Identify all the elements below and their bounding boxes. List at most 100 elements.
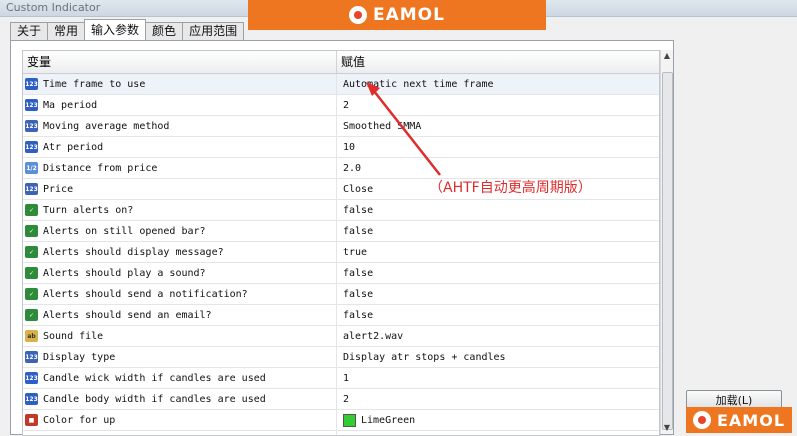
window-title: Custom Indicator: [6, 1, 100, 14]
annotation-text: （AHTF自动更高周期版）: [429, 177, 592, 197]
parameter-row[interactable]: 123 Candle body width if candles are used…: [23, 389, 659, 410]
parameter-row[interactable]: 123Time frame to useAutomatic next time …: [23, 74, 659, 95]
bool-type-icon: ✓: [25, 288, 38, 300]
bool-type-icon: ✓: [25, 204, 38, 216]
parameter-value: false: [343, 226, 373, 237]
parameter-value-cell[interactable]: alert2.wav: [337, 326, 659, 346]
parameter-name: Atr period: [43, 142, 103, 153]
parameter-name: Alerts should play a sound?: [43, 268, 206, 279]
parameter-name-cell: 123Time frame to use: [23, 74, 337, 94]
parameter-name: Alerts should display message?: [43, 247, 224, 258]
parameter-row[interactable]: 123Moving average methodSmoothed SMMA: [23, 116, 659, 137]
bool-type-icon: ✓: [25, 267, 38, 279]
brand-name: EAMOL: [373, 5, 445, 25]
tab-about[interactable]: 关于: [10, 22, 48, 40]
parameter-value: 1: [343, 373, 349, 384]
parameter-name: Alerts should send an email?: [43, 310, 212, 321]
parameter-row[interactable]: 123Display type Display atr stops + candl…: [23, 347, 659, 368]
parameter-name: Moving average method: [43, 121, 169, 132]
parameter-name: Alerts should send a notification?: [43, 289, 248, 300]
tab-visualization[interactable]: 应用范围: [182, 22, 244, 40]
enum-type-icon: 123: [25, 120, 38, 132]
parameter-grid: 变量 赋值 123Time frame to useAutomatic next…: [22, 50, 660, 436]
tab-inputs[interactable]: 输入参数: [84, 19, 146, 40]
parameter-value-cell[interactable]: false: [337, 221, 659, 241]
parameter-value-cell[interactable]: LimeGreen: [337, 410, 659, 430]
parameter-value: alert2.wav: [343, 331, 403, 342]
parameter-row[interactable]: ■Color for downOrangeRed: [23, 431, 659, 436]
parameter-value: LimeGreen: [361, 415, 415, 426]
parameter-name: Candle body width if candles are used: [43, 394, 266, 405]
dbl-type-icon: 1/2: [25, 162, 38, 174]
parameter-name-cell: ✓ Alerts should play a sound?: [23, 263, 337, 283]
parameter-value-cell[interactable]: 2: [337, 389, 659, 409]
parameter-value-cell[interactable]: 1: [337, 368, 659, 388]
parameter-row[interactable]: ✓ Turn alerts on? false: [23, 200, 659, 221]
tab-bar: 关于 常用 输入参数 颜色 应用范围: [10, 20, 243, 40]
bool-type-icon: ✓: [25, 225, 38, 237]
parameter-name: Distance from price: [43, 163, 157, 174]
parameter-name: Candle wick width if candles are used: [43, 373, 266, 384]
parameter-value: 2: [343, 100, 349, 111]
bool-type-icon: ✓: [25, 309, 38, 321]
brand-logo-icon: [693, 411, 711, 429]
vertical-scrollbar[interactable]: ▲ ▼: [660, 50, 673, 434]
parameter-name: Color for up: [43, 415, 115, 426]
bool-type-icon: ✓: [25, 246, 38, 258]
brand-logo-icon: [349, 6, 367, 24]
brand-name: EAMOL: [717, 411, 785, 430]
enum-type-icon: 123: [25, 183, 38, 195]
header-variable[interactable]: 变量: [23, 51, 337, 73]
parameter-name: Time frame to use: [43, 79, 145, 90]
int-type-icon: 123: [25, 393, 38, 405]
parameter-value: false: [343, 268, 373, 279]
parameter-name-cell: ✓ Turn alerts on?: [23, 200, 337, 220]
parameter-value-cell[interactable]: false: [337, 305, 659, 325]
annotation-arrow-icon: [360, 80, 450, 180]
tab-colors[interactable]: 颜色: [145, 22, 183, 40]
parameter-rows: 123Time frame to useAutomatic next time …: [23, 74, 659, 436]
parameter-name: Ma period: [43, 100, 97, 111]
parameter-row[interactable]: 123Ma period 2: [23, 95, 659, 116]
parameter-row[interactable]: ✓ Alerts should play a sound? false: [23, 263, 659, 284]
int-type-icon: 123: [25, 372, 38, 384]
parameter-row[interactable]: ✓ Alerts on still opened bar? false: [23, 221, 659, 242]
parameter-row[interactable]: ✓ Alerts should display message? true: [23, 242, 659, 263]
parameter-name-cell: ✓ Alerts should send a notification?: [23, 284, 337, 304]
parameter-name-cell: 123Ma period: [23, 95, 337, 115]
parameter-row[interactable]: 123 Candle wick width if candles are used…: [23, 368, 659, 389]
parameter-value: Display atr stops + candles: [343, 352, 506, 363]
parameter-name-cell: 123 Candle wick width if candles are used: [23, 368, 337, 388]
parameter-value-cell[interactable]: Display atr stops + candles: [337, 347, 659, 367]
parameter-row[interactable]: 123Atr period10: [23, 137, 659, 158]
parameter-row[interactable]: abSound file alert2.wav: [23, 326, 659, 347]
parameter-value-cell[interactable]: true: [337, 242, 659, 262]
parameter-value-cell[interactable]: false: [337, 284, 659, 304]
parameter-name-cell: 123Atr period: [23, 137, 337, 157]
parameter-value-cell[interactable]: OrangeRed: [337, 431, 659, 436]
tab-common[interactable]: 常用: [47, 22, 85, 40]
parameter-name: Price: [43, 184, 73, 195]
scroll-up-icon[interactable]: ▲: [661, 50, 673, 62]
parameter-name-cell: ✓ Alerts on still opened bar?: [23, 221, 337, 241]
inputs-panel: 变量 赋值 123Time frame to useAutomatic next…: [10, 40, 674, 435]
parameter-name-cell: ■Color for down: [23, 431, 337, 436]
enum-type-icon: 123: [25, 351, 38, 363]
parameter-name: Turn alerts on?: [43, 205, 133, 216]
parameter-name: Alerts on still opened bar?: [43, 226, 206, 237]
parameter-name-cell: 123Display type: [23, 347, 337, 367]
parameter-value: false: [343, 310, 373, 321]
scroll-thumb[interactable]: [662, 72, 673, 430]
str-type-icon: ab: [25, 330, 38, 342]
parameter-name-cell: abSound file: [23, 326, 337, 346]
scroll-down-icon[interactable]: ▼: [661, 422, 673, 434]
color-type-icon: ■: [25, 414, 38, 426]
parameter-row[interactable]: 1/2Distance from price2.0: [23, 158, 659, 179]
parameter-row[interactable]: ■ Color for up LimeGreen: [23, 410, 659, 431]
parameter-value: false: [343, 205, 373, 216]
parameter-row[interactable]: ✓ Alerts should send a notification? false: [23, 284, 659, 305]
parameter-row[interactable]: ✓ Alerts should send an email? false: [23, 305, 659, 326]
parameter-value-cell[interactable]: false: [337, 200, 659, 220]
parameter-value-cell[interactable]: false: [337, 263, 659, 283]
header-value[interactable]: 赋值: [337, 51, 365, 73]
